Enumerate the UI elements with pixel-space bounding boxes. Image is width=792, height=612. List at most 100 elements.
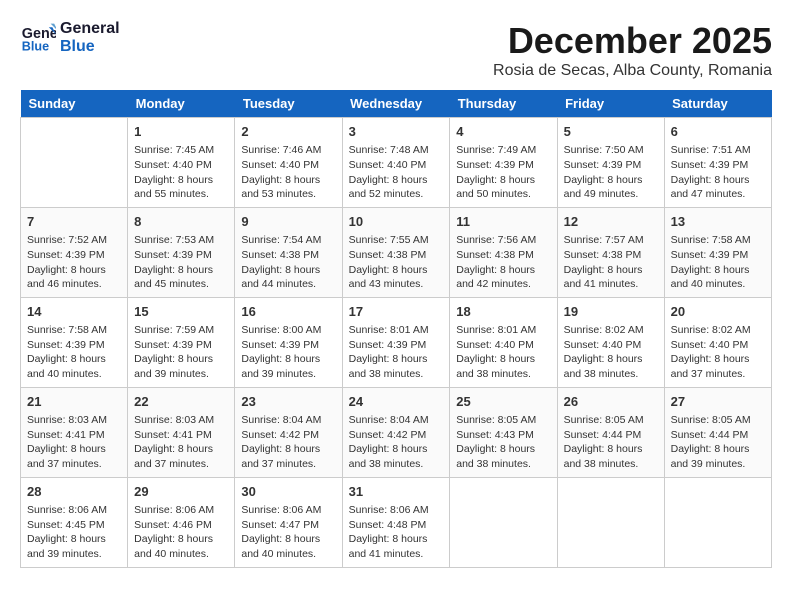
calendar-cell: 12 Sunrise: 7:57 AMSunset: 4:38 PMDayligh… xyxy=(557,207,664,297)
calendar-cell: 9 Sunrise: 7:54 AMSunset: 4:38 PMDaylight… xyxy=(235,207,342,297)
calendar-cell: 27Sunrise: 8:05 AMSunset: 4:44 PMDayligh… xyxy=(664,387,771,477)
day-number: 21 xyxy=(27,393,121,411)
day-number: 23 xyxy=(241,393,335,411)
day-number: 9 xyxy=(241,213,335,231)
calendar-cell: 1 Sunrise: 7:45 AMSunset: 4:40 PMDaylight… xyxy=(128,118,235,208)
cell-info: Sunrise: 7:55 AMSunset: 4:38 PMDaylight:… xyxy=(349,233,444,292)
day-number: 14 xyxy=(27,303,121,321)
day-number: 20 xyxy=(671,303,765,321)
day-number: 11 xyxy=(456,213,550,231)
day-number: 29 xyxy=(134,483,228,501)
title-area: December 2025 Rosia de Secas, Alba Count… xyxy=(493,20,772,80)
day-number: 16 xyxy=(241,303,335,321)
calendar-cell: 20Sunrise: 8:02 AMSunset: 4:40 PMDayligh… xyxy=(664,297,771,387)
calendar-cell: 25 Sunrise: 8:05 AMSunset: 4:43 PMDayligh… xyxy=(450,387,557,477)
calendar-cell: 11 Sunrise: 7:56 AMSunset: 4:38 PMDayligh… xyxy=(450,207,557,297)
calendar-cell: 3 Sunrise: 7:48 AMSunset: 4:40 PMDaylight… xyxy=(342,118,450,208)
cell-info: Sunrise: 7:45 AMSunset: 4:40 PMDaylight:… xyxy=(134,143,228,202)
cell-info: Sunrise: 8:06 AMSunset: 4:47 PMDaylight:… xyxy=(241,503,335,562)
calendar-cell xyxy=(21,118,128,208)
cell-info: Sunrise: 7:57 AMSunset: 4:38 PMDaylight:… xyxy=(564,233,658,292)
calendar-table: SundayMondayTuesdayWednesdayThursdayFrid… xyxy=(20,90,772,568)
day-header-monday: Monday xyxy=(128,90,235,118)
location-title: Rosia de Secas, Alba County, Romania xyxy=(493,62,772,80)
calendar-cell: 28Sunrise: 8:06 AMSunset: 4:45 PMDayligh… xyxy=(21,477,128,567)
logo-general: General xyxy=(60,20,120,38)
day-header-thursday: Thursday xyxy=(450,90,557,118)
calendar-cell: 8 Sunrise: 7:53 AMSunset: 4:39 PMDaylight… xyxy=(128,207,235,297)
cell-info: Sunrise: 7:49 AMSunset: 4:39 PMDaylight:… xyxy=(456,143,550,202)
cell-info: Sunrise: 7:46 AMSunset: 4:40 PMDaylight:… xyxy=(241,143,335,202)
logo-blue: Blue xyxy=(60,38,120,56)
calendar-cell: 29 Sunrise: 8:06 AMSunset: 4:46 PMDayligh… xyxy=(128,477,235,567)
calendar-cell: 7 Sunrise: 7:52 AMSunset: 4:39 PMDaylight… xyxy=(21,207,128,297)
day-number: 12 xyxy=(564,213,658,231)
calendar-cell: 14 Sunrise: 7:58 AMSunset: 4:39 PMDayligh… xyxy=(21,297,128,387)
calendar-cell: 22 Sunrise: 8:03 AMSunset: 4:41 PMDayligh… xyxy=(128,387,235,477)
cell-info: Sunrise: 7:58 AMSunset: 4:39 PMDaylight:… xyxy=(671,233,765,292)
day-number: 22 xyxy=(134,393,228,411)
cell-info: Sunrise: 8:03 AMSunset: 4:41 PMDaylight:… xyxy=(27,413,121,472)
cell-info: Sunrise: 8:03 AMSunset: 4:41 PMDaylight:… xyxy=(134,413,228,472)
cell-info: Sunrise: 8:04 AMSunset: 4:42 PMDaylight:… xyxy=(349,413,444,472)
day-number: 8 xyxy=(134,213,228,231)
cell-info: Sunrise: 8:05 AMSunset: 4:43 PMDaylight:… xyxy=(456,413,550,472)
cell-info: Sunrise: 7:54 AMSunset: 4:38 PMDaylight:… xyxy=(241,233,335,292)
day-header-saturday: Saturday xyxy=(664,90,771,118)
calendar-cell: 16 Sunrise: 8:00 AMSunset: 4:39 PMDayligh… xyxy=(235,297,342,387)
calendar-cell: 18 Sunrise: 8:01 AMSunset: 4:40 PMDayligh… xyxy=(450,297,557,387)
day-number: 5 xyxy=(564,123,658,141)
day-number: 19 xyxy=(564,303,658,321)
logo: General Blue General Blue xyxy=(20,20,120,56)
calendar-cell: 24 Sunrise: 8:04 AMSunset: 4:42 PMDayligh… xyxy=(342,387,450,477)
day-header-tuesday: Tuesday xyxy=(235,90,342,118)
cell-info: Sunrise: 7:53 AMSunset: 4:39 PMDaylight:… xyxy=(134,233,228,292)
cell-info: Sunrise: 8:06 AMSunset: 4:45 PMDaylight:… xyxy=(27,503,121,562)
day-number: 24 xyxy=(349,393,444,411)
cell-info: Sunrise: 8:05 AMSunset: 4:44 PMDaylight:… xyxy=(671,413,765,472)
calendar-cell: 13 Sunrise: 7:58 AMSunset: 4:39 PMDayligh… xyxy=(664,207,771,297)
cell-info: Sunrise: 7:52 AMSunset: 4:39 PMDaylight:… xyxy=(27,233,121,292)
cell-info: Sunrise: 8:01 AMSunset: 4:40 PMDaylight:… xyxy=(456,323,550,382)
calendar-cell: 5 Sunrise: 7:50 AMSunset: 4:39 PMDaylight… xyxy=(557,118,664,208)
calendar-cell: 10 Sunrise: 7:55 AMSunset: 4:38 PMDayligh… xyxy=(342,207,450,297)
cell-info: Sunrise: 8:06 AMSunset: 4:48 PMDaylight:… xyxy=(349,503,444,562)
cell-info: Sunrise: 7:56 AMSunset: 4:38 PMDaylight:… xyxy=(456,233,550,292)
day-number: 30 xyxy=(241,483,335,501)
cell-info: Sunrise: 7:59 AMSunset: 4:39 PMDaylight:… xyxy=(134,323,228,382)
calendar-cell: 30 Sunrise: 8:06 AMSunset: 4:47 PMDayligh… xyxy=(235,477,342,567)
cell-info: Sunrise: 8:05 AMSunset: 4:44 PMDaylight:… xyxy=(564,413,658,472)
month-title: December 2025 xyxy=(493,20,772,62)
svg-text:Blue: Blue xyxy=(22,40,49,54)
day-number: 26 xyxy=(564,393,658,411)
cell-info: Sunrise: 8:00 AMSunset: 4:39 PMDaylight:… xyxy=(241,323,335,382)
day-number: 7 xyxy=(27,213,121,231)
day-number: 25 xyxy=(456,393,550,411)
calendar-cell: 15Sunrise: 7:59 AMSunset: 4:39 PMDayligh… xyxy=(128,297,235,387)
day-number: 4 xyxy=(456,123,550,141)
calendar-cell: 19Sunrise: 8:02 AMSunset: 4:40 PMDayligh… xyxy=(557,297,664,387)
day-number: 13 xyxy=(671,213,765,231)
day-header-friday: Friday xyxy=(557,90,664,118)
calendar-cell: 31Sunrise: 8:06 AMSunset: 4:48 PMDayligh… xyxy=(342,477,450,567)
calendar-cell: 26 Sunrise: 8:05 AMSunset: 4:44 PMDayligh… xyxy=(557,387,664,477)
day-number: 10 xyxy=(349,213,444,231)
calendar-cell xyxy=(450,477,557,567)
day-number: 2 xyxy=(241,123,335,141)
day-number: 18 xyxy=(456,303,550,321)
cell-info: Sunrise: 8:04 AMSunset: 4:42 PMDaylight:… xyxy=(241,413,335,472)
calendar-cell: 21 Sunrise: 8:03 AMSunset: 4:41 PMDayligh… xyxy=(21,387,128,477)
day-number: 1 xyxy=(134,123,228,141)
cell-info: Sunrise: 8:06 AMSunset: 4:46 PMDaylight:… xyxy=(134,503,228,562)
calendar-cell: 23 Sunrise: 8:04 AMSunset: 4:42 PMDayligh… xyxy=(235,387,342,477)
day-header-wednesday: Wednesday xyxy=(342,90,450,118)
day-number: 3 xyxy=(349,123,444,141)
cell-info: Sunrise: 7:50 AMSunset: 4:39 PMDaylight:… xyxy=(564,143,658,202)
calendar-cell xyxy=(557,477,664,567)
cell-info: Sunrise: 7:58 AMSunset: 4:39 PMDaylight:… xyxy=(27,323,121,382)
calendar-cell: 17Sunrise: 8:01 AMSunset: 4:39 PMDayligh… xyxy=(342,297,450,387)
cell-info: Sunrise: 7:48 AMSunset: 4:40 PMDaylight:… xyxy=(349,143,444,202)
calendar-cell: 6Sunrise: 7:51 AMSunset: 4:39 PMDaylight… xyxy=(664,118,771,208)
calendar-cell xyxy=(664,477,771,567)
calendar-cell: 2 Sunrise: 7:46 AMSunset: 4:40 PMDaylight… xyxy=(235,118,342,208)
